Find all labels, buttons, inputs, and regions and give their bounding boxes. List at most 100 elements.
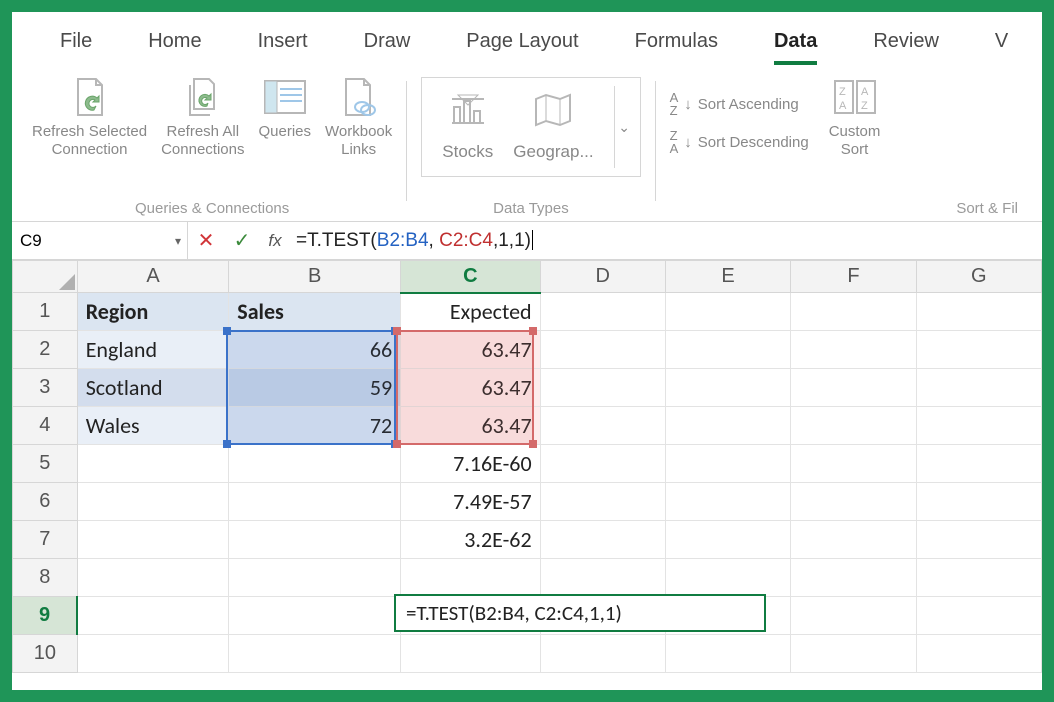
cell-G6[interactable] xyxy=(916,483,1041,521)
cell-B10[interactable] xyxy=(229,635,401,673)
tab-file[interactable]: File xyxy=(32,20,120,67)
cell-B9[interactable] xyxy=(229,597,401,635)
formula-input[interactable]: =T.TEST(B2:B4, C2:C4,1,1) xyxy=(290,230,1042,252)
cell-F1[interactable] xyxy=(791,293,916,331)
cell-E10[interactable] xyxy=(665,635,790,673)
row-header-2[interactable]: 2 xyxy=(13,331,78,369)
cell-B8[interactable] xyxy=(229,559,401,597)
cell-F5[interactable] xyxy=(791,445,916,483)
spreadsheet-grid[interactable]: A B C D E F G 1 Region Sales Expected 2 … xyxy=(12,260,1042,673)
cell-B7[interactable] xyxy=(229,521,401,559)
cell-B6[interactable] xyxy=(229,483,401,521)
cell-B1[interactable]: Sales xyxy=(229,293,401,331)
col-header-E[interactable]: E xyxy=(665,261,790,293)
cell-A3[interactable]: Scotland xyxy=(77,369,229,407)
tab-formulas[interactable]: Formulas xyxy=(607,20,746,67)
cell-C5[interactable]: 7.16E-60 xyxy=(401,445,540,483)
cell-A4[interactable]: Wales xyxy=(77,407,229,445)
tab-draw[interactable]: Draw xyxy=(336,20,439,67)
cell-G10[interactable] xyxy=(916,635,1041,673)
cell-G5[interactable] xyxy=(916,445,1041,483)
row-header-1[interactable]: 1 xyxy=(13,293,78,331)
cell-E1[interactable] xyxy=(665,293,790,331)
col-header-F[interactable]: F xyxy=(791,261,916,293)
row-header-6[interactable]: 6 xyxy=(13,483,78,521)
cell-G7[interactable] xyxy=(916,521,1041,559)
cell-A7[interactable] xyxy=(77,521,229,559)
cell-F4[interactable] xyxy=(791,407,916,445)
col-header-C[interactable]: C xyxy=(401,261,540,293)
tab-home[interactable]: Home xyxy=(120,20,229,67)
cell-A10[interactable] xyxy=(77,635,229,673)
cell-D4[interactable] xyxy=(540,407,665,445)
cell-C7[interactable]: 3.2E-62 xyxy=(401,521,540,559)
cell-A2[interactable]: England xyxy=(77,331,229,369)
tab-page-layout[interactable]: Page Layout xyxy=(438,20,606,67)
data-types-more-button[interactable]: ⌄ xyxy=(614,86,634,168)
cell-E4[interactable] xyxy=(665,407,790,445)
cell-D3[interactable] xyxy=(540,369,665,407)
cell-B4[interactable]: 72 xyxy=(229,407,401,445)
cell-edit-overlay[interactable]: =T.TEST(B2:B4, C2:C4,1,1) xyxy=(394,594,766,632)
cell-F2[interactable] xyxy=(791,331,916,369)
refresh-all-button[interactable]: Refresh All Connections xyxy=(161,73,244,159)
cell-G8[interactable] xyxy=(916,559,1041,597)
sort-ascending-button[interactable]: AZ ↓ Sort Ascending xyxy=(670,89,809,119)
col-header-D[interactable]: D xyxy=(540,261,665,293)
row-header-7[interactable]: 7 xyxy=(13,521,78,559)
cell-D2[interactable] xyxy=(540,331,665,369)
cell-A9[interactable] xyxy=(77,597,229,635)
cell-C8[interactable] xyxy=(401,559,540,597)
col-header-B[interactable]: B xyxy=(229,261,401,293)
queries-button[interactable]: Queries xyxy=(258,73,311,141)
cell-E3[interactable] xyxy=(665,369,790,407)
cell-A1[interactable]: Region xyxy=(77,293,229,331)
cell-C4[interactable]: 63.47 xyxy=(401,407,540,445)
cell-G1[interactable] xyxy=(916,293,1041,331)
cell-E2[interactable] xyxy=(665,331,790,369)
cell-F6[interactable] xyxy=(791,483,916,521)
row-header-5[interactable]: 5 xyxy=(13,445,78,483)
cell-F8[interactable] xyxy=(791,559,916,597)
row-header-3[interactable]: 3 xyxy=(13,369,78,407)
cell-C2[interactable]: 63.47 xyxy=(401,331,540,369)
sort-descending-button[interactable]: ZA ↓ Sort Descending xyxy=(670,127,809,157)
cell-B3[interactable]: 59 xyxy=(229,369,401,407)
refresh-selected-button[interactable]: Refresh Selected Connection xyxy=(32,73,147,159)
cell-F10[interactable] xyxy=(791,635,916,673)
cell-E5[interactable] xyxy=(665,445,790,483)
cell-C3[interactable]: 63.47 xyxy=(401,369,540,407)
tab-review[interactable]: Review xyxy=(845,20,967,67)
tab-view[interactable]: V xyxy=(967,20,1012,67)
cell-D10[interactable] xyxy=(540,635,665,673)
cell-E8[interactable] xyxy=(665,559,790,597)
custom-sort-button[interactable]: ZAAZ Custom Sort xyxy=(829,73,881,159)
stocks-button[interactable]: Stocks xyxy=(442,93,493,162)
row-header-10[interactable]: 10 xyxy=(13,635,78,673)
cell-G3[interactable] xyxy=(916,369,1041,407)
cell-B5[interactable] xyxy=(229,445,401,483)
cell-D5[interactable] xyxy=(540,445,665,483)
cell-A8[interactable] xyxy=(77,559,229,597)
row-header-4[interactable]: 4 xyxy=(13,407,78,445)
workbook-links-button[interactable]: Workbook Links xyxy=(325,73,392,159)
cell-G2[interactable] xyxy=(916,331,1041,369)
col-header-G[interactable]: G xyxy=(916,261,1041,293)
cell-D1[interactable] xyxy=(540,293,665,331)
cell-F7[interactable] xyxy=(791,521,916,559)
cancel-button[interactable]: ✕ xyxy=(188,228,224,253)
cell-G4[interactable] xyxy=(916,407,1041,445)
cell-E6[interactable] xyxy=(665,483,790,521)
col-header-A[interactable]: A xyxy=(77,261,229,293)
cell-A6[interactable] xyxy=(77,483,229,521)
name-box[interactable]: C9 ▾ xyxy=(12,222,188,259)
cell-C10[interactable] xyxy=(401,635,540,673)
enter-button[interactable]: ✓ xyxy=(224,228,260,253)
geography-button[interactable]: Geograp... xyxy=(513,93,593,162)
cell-C1[interactable]: Expected xyxy=(401,293,540,331)
cell-F3[interactable] xyxy=(791,369,916,407)
fx-button[interactable]: fx xyxy=(260,231,290,251)
cell-F9[interactable] xyxy=(791,597,916,635)
tab-data[interactable]: Data xyxy=(746,20,845,67)
select-all-corner[interactable] xyxy=(13,261,78,293)
